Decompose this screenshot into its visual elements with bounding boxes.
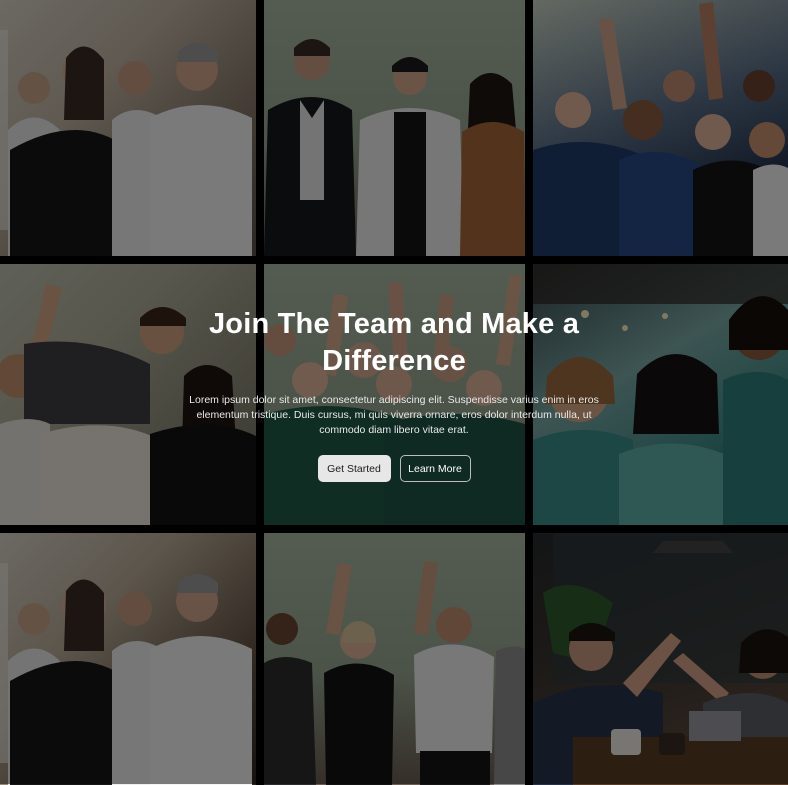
hero-headline: Join The Team and Make a Difference [208,308,580,377]
learn-more-button[interactable]: Learn More [399,455,471,482]
hero-description: Lorem ipsum dolor sit amet, consectetur … [189,394,599,436]
get-started-button[interactable]: Get Started [317,455,391,482]
hero-button-group: Get Started Learn More [180,455,608,482]
hero-section: Join The Team and Make a Difference Lore… [0,0,788,785]
hero-content: Join The Team and Make a Difference Lore… [180,306,608,482]
